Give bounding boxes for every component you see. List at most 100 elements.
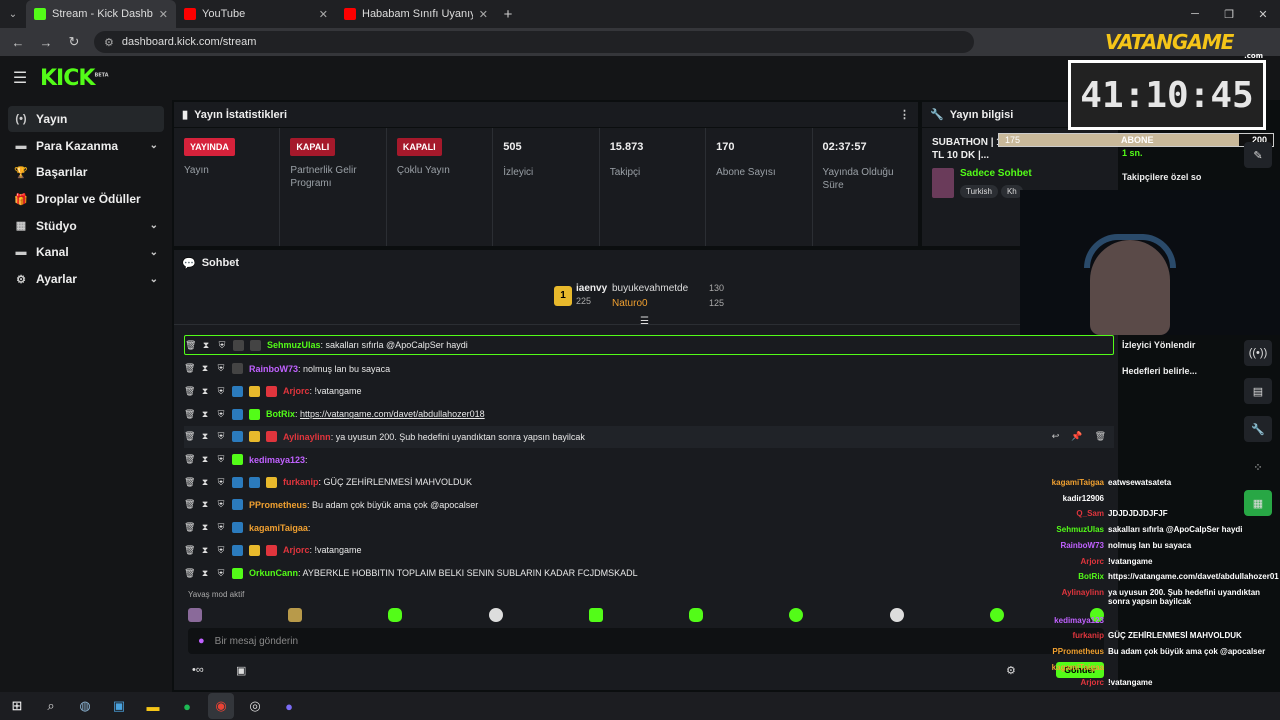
timeout-icon[interactable]: ⧗: [200, 499, 210, 510]
delete-icon[interactable]: 🗑: [184, 545, 195, 556]
emote-icon[interactable]: [689, 608, 704, 622]
delete-icon[interactable]: 🗑: [184, 431, 195, 442]
chat-message[interactable]: 🗑 ⧗ ⛨ OrkunCann: AYBERKLE HOBBITIN TOPLAIM …: [184, 562, 1114, 584]
sidebar-item-para-kazanma[interactable]: ▬ Para Kazanma ⌄: [8, 133, 164, 159]
timeout-icon[interactable]: ⧗: [200, 386, 210, 397]
timeout-icon[interactable]: ⧗: [200, 363, 210, 374]
wrench-icon[interactable]: 🔧: [1244, 416, 1272, 442]
discord-icon[interactable]: ●: [276, 693, 302, 719]
delete-icon[interactable]: 🗑: [184, 522, 195, 533]
site-info-icon[interactable]: ⚙: [104, 36, 114, 49]
chat-link[interactable]: https://vatangame.com/davet/abdullahozer…: [300, 409, 485, 419]
followers-only-label[interactable]: Takipçilere özel so: [1122, 172, 1222, 182]
chat-username[interactable]: furkanip: [283, 477, 319, 487]
pin-collapse-icon[interactable]: ☰: [640, 316, 649, 327]
ban-icon[interactable]: ⛨: [216, 568, 226, 579]
broadcast-icon[interactable]: ((•)): [1244, 340, 1272, 366]
timeout-icon[interactable]: ⧗: [200, 454, 210, 465]
sidebar-item-basarilar[interactable]: 🏆 Başarılar: [8, 159, 164, 185]
ban-icon[interactable]: ⛨: [216, 499, 226, 510]
ban-icon[interactable]: ⛨: [216, 431, 226, 442]
timeout-icon[interactable]: ⧗: [201, 340, 211, 351]
search-icon[interactable]: ⌕: [38, 693, 64, 719]
emote-icon[interactable]: [789, 608, 804, 622]
chat-username[interactable]: BotRix: [266, 409, 295, 419]
panel-icon[interactable]: ▤: [1244, 378, 1272, 404]
chat-message[interactable]: 🗑 ⧗ ⛨ kagamiTaigaa:: [184, 517, 1114, 539]
spotify-icon[interactable]: ●: [174, 693, 200, 719]
timeout-icon[interactable]: ⧗: [200, 431, 210, 442]
close-icon[interactable]: ✕: [319, 8, 328, 21]
more-options-icon[interactable]: ⋮: [899, 108, 910, 121]
emote-icon[interactable]: [588, 608, 603, 622]
close-icon[interactable]: ✕: [479, 8, 488, 21]
chat-username[interactable]: SehmuzUlas: [267, 340, 321, 350]
chat-message[interactable]: 🗑 ⧗ ⛨ Aylinaylinn: ya uyusun 200. Şub hedef…: [184, 425, 1114, 448]
timeout-icon[interactable]: ⧗: [200, 477, 210, 488]
tab-hababam[interactable]: Hababam Sınıfı Uyanıyor | FULL ✕: [336, 0, 496, 28]
delete-icon[interactable]: 🗑: [184, 454, 195, 465]
delete-icon[interactable]: 🗑: [184, 568, 195, 579]
timeout-icon[interactable]: ⧗: [200, 522, 210, 533]
windows-start-icon[interactable]: ⊞: [4, 693, 30, 719]
kick-logo[interactable]: KICKBETA: [40, 66, 109, 91]
chat-message[interactable]: 🗑 ⧗ ⛨ PPrometheus: Bu adam çok büyük ama ço…: [184, 494, 1114, 516]
chat-message[interactable]: 🗑 ⧗ ⛨ Arjorc: !vatangame: [184, 380, 1114, 402]
reload-icon[interactable]: ↻: [62, 30, 86, 54]
chat-username[interactable]: PPrometheus: [249, 500, 307, 510]
emote-icon[interactable]: [488, 608, 503, 622]
chat-message[interactable]: 🗑 ⧗ ⛨ BotRix: https://vatangame.com/davet/a…: [184, 403, 1114, 425]
emote-icon[interactable]: [388, 608, 403, 622]
nodes-icon[interactable]: ⁘: [1244, 454, 1272, 480]
delete-icon[interactable]: 🗑: [184, 477, 195, 488]
chat-username[interactable]: Aylinaylinn: [283, 432, 331, 442]
sidebar-item-kanal[interactable]: ▬ Kanal ⌄: [8, 239, 164, 265]
tab-youtube[interactable]: YouTube ✕: [176, 0, 336, 28]
restore-icon[interactable]: ❐: [1212, 0, 1246, 28]
delete-icon[interactable]: 🗑: [184, 386, 195, 397]
close-icon[interactable]: ✕: [159, 8, 168, 21]
chat-username[interactable]: Arjorc: [283, 545, 310, 555]
ban-icon[interactable]: ⛨: [216, 454, 226, 465]
back-icon[interactable]: ←: [6, 30, 30, 54]
chat-username[interactable]: Arjorc: [283, 386, 310, 396]
sidebar-item-ayarlar[interactable]: ⚙ Ayarlar ⌄: [8, 266, 164, 292]
tab-kick-dashboard[interactable]: Stream - Kick Dashboard ✕: [26, 0, 176, 28]
store-icon[interactable]: ▣: [236, 664, 246, 677]
ban-icon[interactable]: ⛨: [216, 522, 226, 533]
microphone-icon[interactable]: ●: [198, 635, 205, 647]
store-icon[interactable]: ▣: [106, 693, 132, 719]
timeout-icon[interactable]: ⧗: [200, 568, 210, 579]
sidebar-item-yayin[interactable]: (•) Yayın: [8, 106, 164, 132]
set-goals-label[interactable]: Hedefleri belirle...: [1122, 366, 1240, 376]
reply-icon[interactable]: ↩: [1052, 431, 1060, 442]
timeout-icon[interactable]: ⧗: [200, 409, 210, 420]
sidebar-item-droplar[interactable]: 🎁 Droplar ve Ödüller: [8, 186, 164, 212]
chat-username[interactable]: RainboW73: [249, 364, 298, 374]
ban-icon[interactable]: ⛨: [217, 340, 227, 351]
ban-icon[interactable]: ⛨: [216, 477, 226, 488]
gear-icon[interactable]: ⚙: [1006, 664, 1016, 677]
ban-icon[interactable]: ⛨: [216, 409, 226, 420]
new-tab-button[interactable]: +: [496, 6, 520, 23]
chat-message[interactable]: 🗑 ⧗ ⛨ SehmuzUlas: sakalları sıfırla @ApoCal…: [184, 335, 1114, 355]
obs-icon[interactable]: ◎: [242, 693, 268, 719]
chat-message[interactable]: 🗑 ⧗ ⛨ kedimaya123:: [184, 449, 1114, 471]
window-close-icon[interactable]: ✕: [1246, 0, 1280, 28]
delete-icon[interactable]: 🗑: [184, 409, 195, 420]
chat-username[interactable]: OrkunCann: [249, 568, 298, 578]
delete-icon[interactable]: 🗑: [1095, 431, 1106, 442]
folder-icon[interactable]: ▬: [140, 693, 166, 719]
category-name[interactable]: Sadece Sohbet: [960, 168, 1032, 179]
forward-icon[interactable]: →: [34, 30, 58, 54]
emote-icon[interactable]: [989, 608, 1004, 622]
delete-icon[interactable]: 🗑: [185, 340, 196, 351]
edit-icon[interactable]: ✎: [1244, 142, 1272, 168]
delete-icon[interactable]: 🗑: [184, 499, 195, 510]
ban-icon[interactable]: ⛨: [216, 386, 226, 397]
chat-username[interactable]: kagamiTaigaa: [249, 523, 308, 533]
tab-search-icon[interactable]: ⌄: [0, 0, 26, 28]
menu-icon[interactable]: ☰: [0, 68, 40, 88]
chat-message[interactable]: 🗑 ⧗ ⛨ Arjorc: !vatangame: [184, 539, 1114, 561]
sidebar-item-studyo[interactable]: ▦ Stüdyo ⌄: [8, 213, 164, 239]
